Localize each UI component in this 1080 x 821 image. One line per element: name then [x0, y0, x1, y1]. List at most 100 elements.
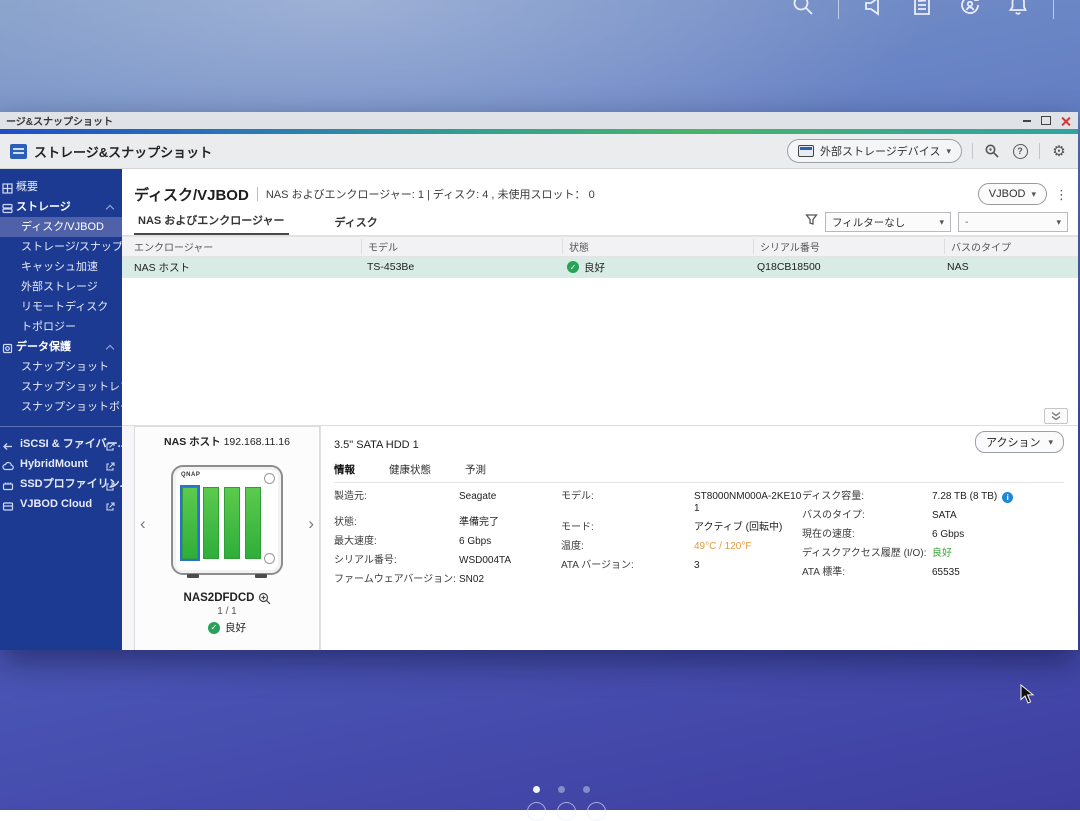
sidebar-item-overview[interactable]: 概要 — [0, 177, 122, 197]
sidebar-item-snapshot-vault[interactable]: スナップショットボールト — [0, 397, 122, 417]
drive-bay-1[interactable] — [182, 487, 198, 559]
sidebar-item-disk-vjbod[interactable]: ディスク/VJBOD — [0, 217, 122, 237]
sidebar-item-cache-acceleration[interactable]: キャッシュ加速 — [0, 257, 122, 277]
desktop-bottom-icons-cutoff — [527, 802, 606, 821]
window-title: ージ&スナップショット — [6, 113, 113, 128]
search-icon[interactable] — [790, 0, 816, 18]
field-value-capacity: 7.28 TB (8 TB) — [932, 491, 1013, 503]
tab-prediction[interactable]: 予測 — [465, 462, 486, 477]
tab-health[interactable]: 健康状態 — [389, 462, 431, 477]
user-refresh-icon[interactable] — [957, 0, 983, 18]
drive-bay-3[interactable] — [224, 487, 240, 559]
sidebar-item-remote-disk[interactable]: リモートディスク — [0, 297, 122, 317]
storage-icon — [2, 201, 13, 217]
info-icon[interactable] — [1002, 492, 1013, 503]
column-header-status[interactable]: 状態 — [562, 239, 759, 254]
column-header-bus-type[interactable]: バスのタイプ — [944, 239, 1078, 254]
desktop-icon-partial — [527, 802, 546, 821]
field-label: 温度: — [561, 541, 694, 553]
window-titlebar[interactable]: ージ&スナップショット — [0, 112, 1078, 129]
tab-information[interactable]: 情報 — [334, 462, 355, 477]
sidebar-item-topology[interactable]: トポロジー — [0, 317, 122, 337]
tabs-row: NAS およびエンクロージャー ディスク フィルターなし - — [122, 211, 1078, 236]
column-header-serial[interactable]: シリアル番号 — [753, 239, 950, 254]
field-label: ファームウェアバージョン: — [334, 574, 459, 586]
field-label: ATA バージョン: — [561, 560, 694, 572]
external-storage-device-button[interactable]: 外部ストレージデバイス — [787, 139, 962, 163]
sidebar-section-data-protection[interactable]: データ保護 — [0, 337, 122, 357]
sidebar-link-vjbod-cloud[interactable]: VJBOD Cloud — [0, 494, 122, 514]
gear-icon[interactable] — [1050, 142, 1068, 160]
topbar-separator — [838, 0, 839, 19]
field-value: ST8000NM000A-2KE10 1 — [694, 491, 802, 515]
column-header-enclosure[interactable]: エンクロージャー — [122, 239, 367, 254]
tasks-icon[interactable] — [909, 0, 935, 18]
sidebar: 概要 ストレージ ディスク/VJBOD ストレージ/スナップショ... キャッシ… — [0, 169, 122, 650]
filter-funnel-icon — [805, 213, 818, 231]
chevron-down-icon — [939, 218, 944, 227]
column-header-model[interactable]: モデル — [361, 239, 568, 254]
header-separator — [1039, 143, 1040, 159]
topbar-separator — [1053, 0, 1054, 19]
search-settings-icon[interactable] — [983, 142, 1001, 160]
storage-app-icon — [10, 144, 27, 159]
vjbod-cloud-icon — [2, 499, 14, 514]
external-link-icon — [105, 439, 115, 454]
close-icon[interactable] — [1061, 116, 1070, 125]
action-button[interactable]: アクション — [975, 431, 1064, 453]
disk-title: 3.5" SATA HDD 1 — [334, 439, 1064, 451]
sidebar-link-ssd-profiling[interactable]: SSDプロファイリン... — [0, 474, 122, 494]
bell-icon[interactable] — [1005, 0, 1031, 18]
lower-panel: NAS ホスト 192.168.11.16 QNAP — [122, 425, 1078, 650]
field-value-io-history: 良好 — [932, 548, 952, 560]
sidebar-item-snapshot[interactable]: スナップショット — [0, 357, 122, 377]
disk-detail-panel: 3.5" SATA HDD 1 アクション 情報 健康状態 予測 — [320, 426, 1078, 650]
nas-power-button — [264, 473, 275, 484]
drive-bay-4[interactable] — [245, 487, 261, 559]
sidebar-item-external-storage[interactable]: 外部ストレージ — [0, 277, 122, 297]
disk-info-grid: 製造元:Seagate 状態:準備完了 最大速度:6 Gbps シリアル番号:W… — [334, 491, 1064, 593]
enclosure-host-label: NAS ホスト 192.168.11.16 — [164, 434, 290, 449]
speaker-icon[interactable] — [861, 0, 887, 18]
desktop-page-dots — [533, 786, 590, 793]
data-protection-icon — [2, 341, 13, 357]
tab-disk[interactable]: ディスク — [331, 214, 382, 235]
minimize-icon[interactable] — [1023, 120, 1031, 122]
enclosure-name: NAS2DFDCD — [184, 592, 255, 604]
drive-bay-2[interactable] — [203, 487, 219, 559]
field-value: 65535 — [932, 567, 960, 579]
filter-secondary-dropdown[interactable]: - — [958, 212, 1068, 232]
tab-nas-and-enclosure[interactable]: NAS およびエンクロージャー — [134, 212, 289, 235]
sidebar-item-snapshot-replica[interactable]: スナップショットレプリカ — [0, 377, 122, 397]
sidebar-link-hybridmount[interactable]: HybridMount — [0, 454, 122, 474]
zoom-in-icon[interactable] — [258, 592, 270, 604]
desktop: ージ&スナップショット ストレージ&スナップショット 外部ストレージデバイス — [0, 0, 1080, 810]
desktop-icon-partial — [557, 802, 576, 821]
field-value: 6 Gbps — [459, 536, 491, 548]
sidebar-section-storage[interactable]: ストレージ — [0, 197, 122, 217]
chevron-down-icon — [1031, 190, 1036, 199]
nas-device-image[interactable]: QNAP — [171, 465, 283, 575]
table-row[interactable]: NAS ホスト TS-453Be 良好 Q18CB18500 NAS — [122, 257, 1078, 278]
enclosure-prev-arrow[interactable] — [140, 515, 146, 532]
page-dot-2[interactable] — [558, 786, 565, 793]
enclosure-next-arrow[interactable] — [308, 515, 314, 532]
field-label: モデル: — [561, 491, 694, 515]
page-dot-1[interactable] — [533, 786, 540, 793]
maximize-icon[interactable] — [1041, 116, 1051, 125]
chevron-down-icon — [1048, 438, 1053, 447]
sidebar-divider — [0, 426, 122, 427]
kebab-menu-icon[interactable] — [1055, 188, 1068, 201]
field-label: 最大速度: — [334, 536, 459, 548]
sidebar-link-iscsi-fibre[interactable]: iSCSI & ファイバー... — [0, 434, 122, 454]
vjbod-button[interactable]: VJBOD — [978, 183, 1047, 205]
panel-divider-strip — [122, 406, 1078, 425]
storage-snapshot-window: ージ&スナップショット ストレージ&スナップショット 外部ストレージデバイス — [0, 112, 1078, 650]
disk-detail-tabs: 情報 健康状態 予測 — [334, 462, 1064, 483]
collapse-panel-button[interactable] — [1044, 408, 1068, 424]
filter-dropdown[interactable]: フィルターなし — [825, 212, 951, 232]
help-icon[interactable] — [1011, 142, 1029, 160]
page-dot-3[interactable] — [583, 786, 590, 793]
field-label: モード: — [561, 522, 694, 534]
sidebar-item-storage-snapshot[interactable]: ストレージ/スナップショ... — [0, 237, 122, 257]
